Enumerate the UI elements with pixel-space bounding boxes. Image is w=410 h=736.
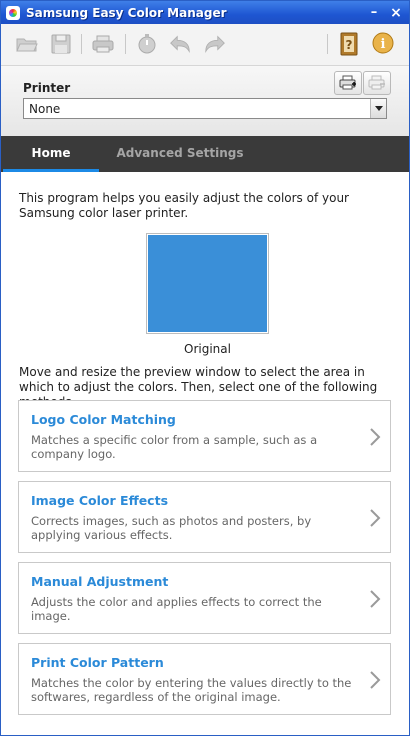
redo-icon[interactable]	[203, 33, 227, 55]
close-button[interactable]: ×	[387, 5, 405, 21]
preview-swatch[interactable]	[148, 235, 267, 332]
svg-text:i: i	[381, 37, 386, 52]
add-printer-button[interactable]	[334, 71, 362, 95]
tab-advanced-settings[interactable]: Advanced Settings	[105, 136, 255, 172]
card-description: Corrects images, such as photos and post…	[31, 514, 312, 542]
printer-select-value: None	[29, 102, 61, 116]
chevron-right-icon	[370, 428, 381, 446]
card-description: Adjusts the color and applies effects to…	[31, 595, 322, 623]
chevron-right-icon	[370, 671, 381, 689]
info-icon[interactable]: i	[371, 32, 395, 55]
toolbar-separator	[327, 34, 328, 54]
dropdown-arrow-icon[interactable]	[370, 99, 386, 118]
toolbar-separator	[125, 34, 126, 54]
open-folder-icon[interactable]	[15, 33, 39, 55]
card-description: Matches a specific color from a sample, …	[31, 433, 318, 461]
help-book-icon[interactable]: ?	[337, 32, 361, 56]
home-panel: This program helps you easily adjust the…	[1, 172, 409, 735]
tab-bar: Home Advanced Settings	[1, 136, 409, 172]
timer-icon[interactable]	[135, 33, 159, 55]
toolbar-separator	[81, 34, 82, 54]
chevron-right-icon	[370, 509, 381, 527]
manual-adjustment-card[interactable]: Manual Adjustment Adjusts the color and …	[18, 562, 391, 634]
svg-text:?: ?	[346, 38, 353, 52]
chevron-right-icon	[370, 590, 381, 608]
undo-icon[interactable]	[168, 33, 192, 55]
app-logo-icon	[6, 5, 20, 20]
preview-window[interactable]	[146, 233, 269, 334]
print-icon[interactable]	[91, 33, 115, 55]
window-title: Samsung Easy Color Manager	[26, 5, 227, 20]
card-title: Image Color Effects	[31, 493, 169, 508]
intro-text: This program helps you easily adjust the…	[19, 191, 349, 220]
image-color-effects-card[interactable]: Image Color Effects Corrects images, suc…	[18, 481, 391, 553]
card-description: Matches the color by entering the values…	[31, 676, 352, 704]
preview-caption: Original	[184, 342, 231, 356]
save-icon[interactable]	[49, 33, 73, 55]
print-color-pattern-card[interactable]: Print Color Pattern Matches the color by…	[18, 643, 391, 715]
card-title: Manual Adjustment	[31, 574, 169, 589]
minimize-button[interactable]: –	[365, 5, 383, 21]
toolbar: ? i	[1, 24, 409, 66]
printer-select[interactable]: None	[23, 98, 387, 119]
remove-printer-button[interactable]	[363, 71, 391, 95]
logo-color-matching-card[interactable]: Logo Color Matching Matches a specific c…	[18, 400, 391, 472]
card-title: Logo Color Matching	[31, 412, 176, 427]
printer-section: Printer None	[1, 66, 409, 136]
tab-home[interactable]: Home	[3, 136, 99, 172]
printer-label: Printer	[23, 81, 71, 95]
title-bar[interactable]: Samsung Easy Color Manager – ×	[1, 1, 409, 24]
card-title: Print Color Pattern	[31, 655, 164, 670]
app-window: Samsung Easy Color Manager – × ? i Print…	[0, 0, 410, 736]
